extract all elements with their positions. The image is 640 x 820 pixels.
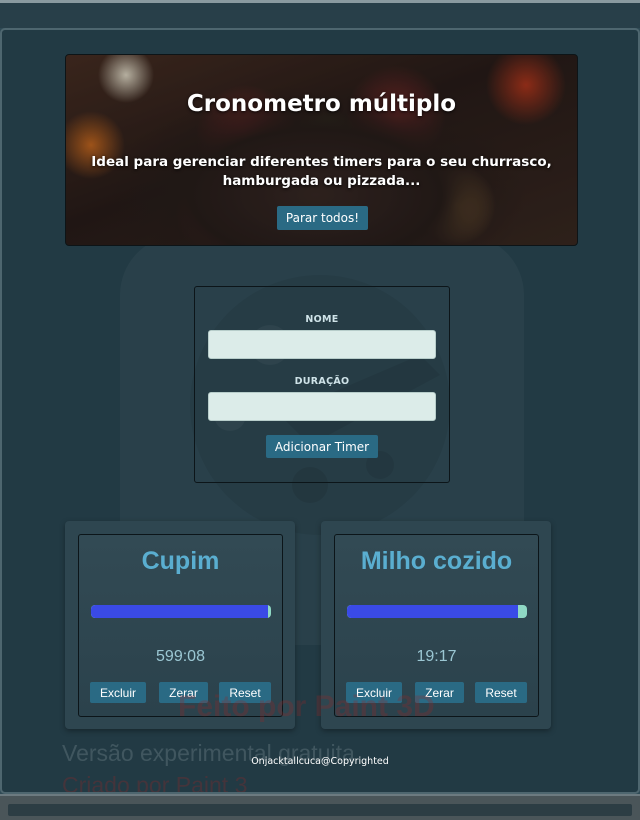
timer-time: 19:17 xyxy=(416,648,457,665)
timer-progress-bar xyxy=(347,605,527,618)
timer-title: Cupim xyxy=(141,547,220,575)
reset-timer-button[interactable]: Reset xyxy=(475,682,527,703)
name-input[interactable] xyxy=(208,330,436,359)
stop-all-button[interactable]: Parar todos! xyxy=(277,206,368,230)
top-window-bar xyxy=(0,0,640,28)
timer-progress-bar xyxy=(91,605,271,618)
add-timer-form: NOME DURAÇÃO Adicionar Timer xyxy=(194,286,450,483)
timer-progress-fill xyxy=(347,605,518,618)
app-container: Cronometro múltiplo Ideal para gerenciar… xyxy=(0,28,640,794)
timer-progress-fill xyxy=(91,605,269,618)
timer-time: 599:08 xyxy=(156,648,205,665)
page-title: Cronometro múltiplo xyxy=(186,91,457,117)
footer-copyright: Onjacktallcuca@Copyrighted xyxy=(251,756,389,767)
name-label: NOME xyxy=(305,314,339,325)
page-subtitle: Ideal para gerenciar diferentes timers p… xyxy=(91,154,552,189)
bottom-window-bar xyxy=(0,794,640,820)
watermark-text: Feito por Paint 3D xyxy=(178,690,435,723)
watermark-text: Criado por Paint 3 xyxy=(62,772,248,794)
duration-input[interactable] xyxy=(208,392,436,421)
duration-label: DURAÇÃO xyxy=(294,376,350,387)
timer-title: Milho cozido xyxy=(360,547,513,575)
delete-timer-button[interactable]: Excluir xyxy=(90,682,146,703)
add-timer-button[interactable]: Adicionar Timer xyxy=(266,435,378,458)
horizontal-scrollbar[interactable] xyxy=(8,804,632,816)
hero-banner: Cronometro múltiplo Ideal para gerenciar… xyxy=(65,54,578,246)
